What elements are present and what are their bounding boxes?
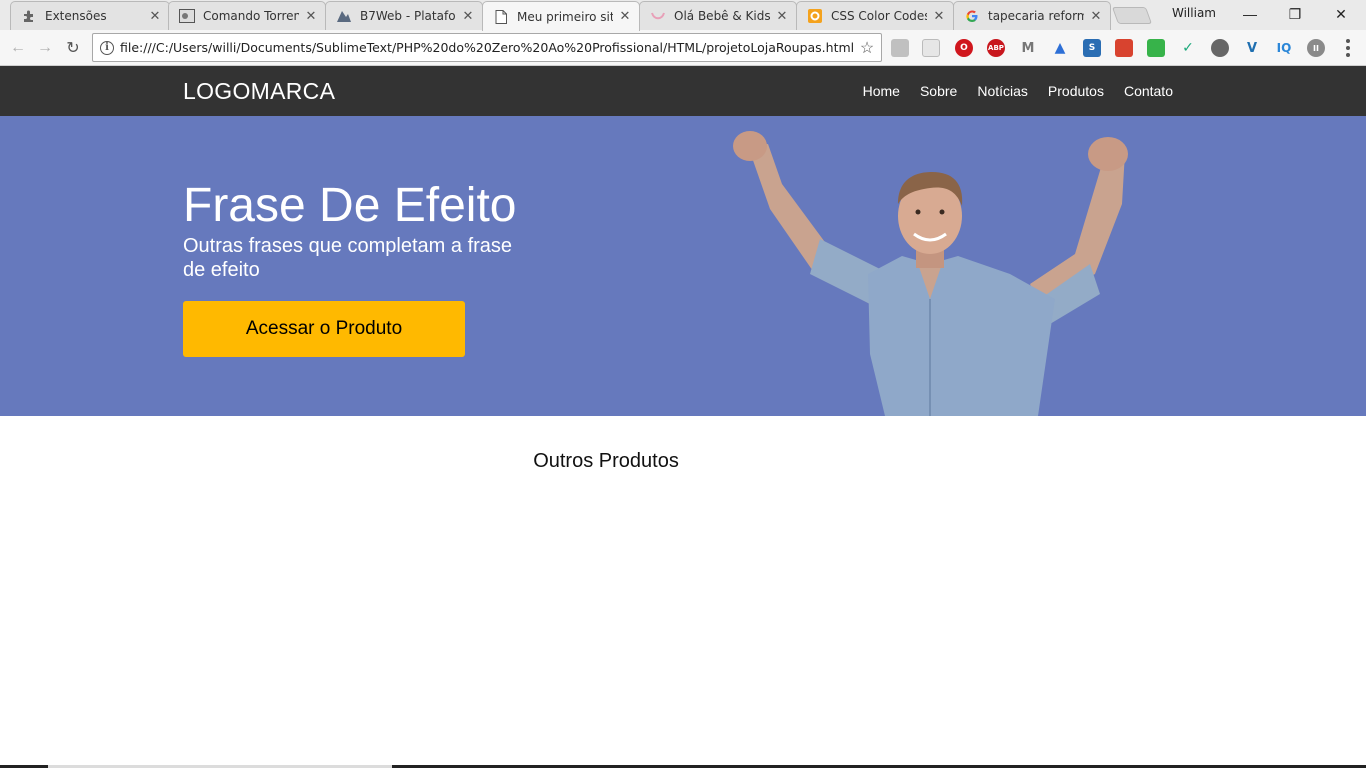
smile-icon [650, 8, 666, 24]
iq-icon[interactable]: IQ [1275, 39, 1293, 57]
nav-sobre[interactable]: Sobre [920, 83, 957, 99]
reload-icon[interactable]: ↻ [61, 36, 85, 60]
nav-produtos[interactable]: Produtos [1048, 83, 1104, 99]
forward-icon[interactable]: → [33, 36, 57, 60]
tab-title: Comando Torrents [203, 9, 299, 23]
logo[interactable]: LOGOMARCA [183, 78, 335, 105]
browser-toolbar: ← → ↻ i file:///C:/Users/willi/Documents… [0, 30, 1366, 66]
new-tab-button[interactable] [1111, 7, 1153, 24]
site-header: LOGOMARCA Home Sobre Notícias Produtos C… [0, 66, 1366, 116]
close-icon[interactable]: ✕ [619, 9, 631, 24]
nav-contato[interactable]: Contato [1124, 83, 1173, 99]
hero-banner: Frase De Efeito Outras frases que comple… [0, 116, 1366, 416]
tab-title: B7Web - Plataforma [360, 9, 456, 23]
hero-title: Frase De Efeito [183, 179, 517, 232]
tab-title: Olá Bebê & Kids [674, 9, 770, 23]
tab-strip: Extensões ✕ Comando Torrents ✕ B7Web - P… [0, 0, 1366, 31]
graduation-cap-icon[interactable]: ▲ [1051, 39, 1069, 57]
close-icon[interactable]: ✕ [305, 9, 317, 24]
close-icon[interactable]: ✕ [462, 9, 474, 24]
tab-extensoes[interactable]: Extensões ✕ [10, 1, 170, 30]
tab-ola-bebe[interactable]: Olá Bebê & Kids ✕ [639, 1, 797, 30]
main-nav: Home Sobre Notícias Produtos Contato [863, 83, 1173, 99]
tab-b7web[interactable]: B7Web - Plataforma ✕ [325, 1, 483, 30]
close-window-button[interactable]: ✕ [1326, 4, 1356, 24]
torrent-icon [179, 8, 195, 24]
tab-comando-torrents[interactable]: Comando Torrents ✕ [168, 1, 326, 30]
info-icon[interactable]: i [100, 40, 114, 55]
pause-icon[interactable]: II [1307, 39, 1325, 57]
minimize-button[interactable]: — [1235, 4, 1265, 24]
color-icon [807, 8, 823, 24]
tab-tapecaria[interactable]: tapecaria reformy ✕ [953, 1, 1111, 30]
url-text[interactable]: file:///C:/Users/willi/Documents/Sublime… [120, 40, 857, 55]
hero-man-image [733, 131, 1128, 416]
shield-check-icon[interactable]: ✓ [1179, 39, 1197, 57]
back-icon[interactable]: ← [6, 36, 30, 60]
clock-icon[interactable] [1211, 39, 1229, 57]
s-icon[interactable]: S [1083, 39, 1101, 57]
gmail-icon[interactable]: M [1019, 39, 1037, 57]
puzzle-icon [21, 8, 37, 24]
tab-meu-primeiro-site[interactable]: Meu primeiro site ✕ [482, 1, 640, 31]
section-title: Outros Produtos [533, 450, 679, 472]
cube-icon[interactable] [891, 39, 909, 57]
evernote-icon[interactable] [1147, 39, 1165, 57]
kebab-menu-icon[interactable] [1340, 38, 1356, 58]
tab-title: CSS Color Codes [831, 9, 927, 23]
tab-css-color-codes[interactable]: CSS Color Codes ✕ [796, 1, 954, 30]
v-icon[interactable]: V [1243, 39, 1261, 57]
profile-name[interactable]: William [1172, 6, 1216, 20]
todoist-icon[interactable] [1115, 39, 1133, 57]
hero-subtitle: Outras frases que completam a frase de e… [183, 235, 513, 281]
close-icon[interactable]: ✕ [149, 9, 161, 24]
adblock-icon[interactable]: ABP [987, 39, 1005, 57]
tab-title: tapecaria reformy [988, 9, 1084, 23]
b7web-icon [336, 8, 352, 24]
address-bar[interactable]: i file:///C:/Users/willi/Documents/Subli… [92, 33, 882, 62]
restore-button[interactable]: ❐ [1280, 4, 1310, 24]
tab-title: Extensões [45, 9, 107, 23]
star-icon[interactable]: ☆ [857, 38, 877, 58]
opera-icon[interactable]: O [955, 39, 973, 57]
close-icon[interactable]: ✕ [776, 9, 788, 24]
nav-noticias[interactable]: Notícias [977, 83, 1028, 99]
page-icon [493, 9, 509, 25]
close-icon[interactable]: ✕ [933, 9, 945, 24]
close-icon[interactable]: ✕ [1090, 9, 1102, 24]
pocket-icon[interactable] [922, 39, 940, 57]
google-icon [964, 8, 980, 24]
tab-title: Meu primeiro site [517, 9, 613, 24]
nav-home[interactable]: Home [863, 83, 900, 99]
access-product-button[interactable]: Acessar o Produto [183, 301, 465, 357]
